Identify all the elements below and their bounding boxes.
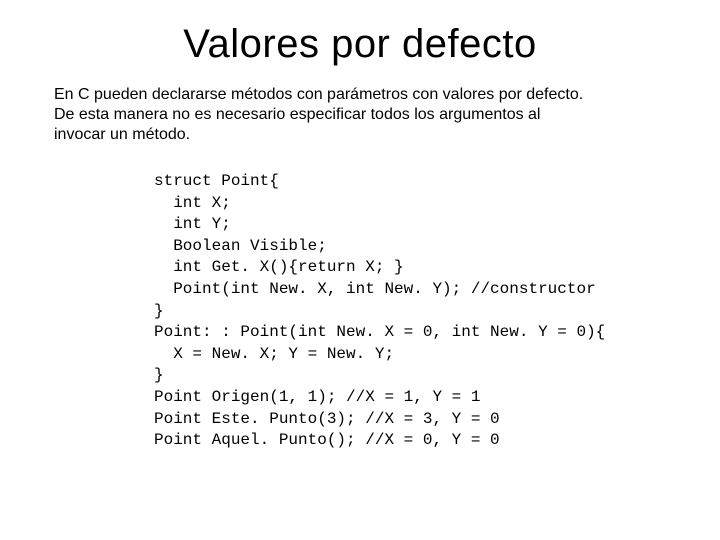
intro-paragraph: En C pueden declararse métodos con parám… <box>54 85 666 145</box>
intro-line: invocar un método. <box>54 126 190 143</box>
code-line: Point Origen(1, 1); //X = 1, Y = 1 <box>154 388 480 406</box>
code-line: int X; <box>154 194 231 212</box>
code-line: int Y; <box>154 215 231 233</box>
slide-container: Valores por defecto En C pueden declarar… <box>0 0 720 540</box>
intro-line: De esta manera no es necesario especific… <box>54 106 540 123</box>
intro-line: En C pueden declararse métodos con parám… <box>54 86 583 103</box>
code-line: int Get. X(){return X; } <box>154 258 404 276</box>
page-title: Valores por defecto <box>54 22 666 67</box>
code-line: } <box>154 302 164 320</box>
code-line: Point(int New. X, int New. Y); //constru… <box>154 280 596 298</box>
code-line: Boolean Visible; <box>154 237 327 255</box>
code-line: Point: : Point(int New. X = 0, int New. … <box>154 323 605 341</box>
code-line: Point Este. Punto(3); //X = 3, Y = 0 <box>154 410 500 428</box>
code-line: } <box>154 366 164 384</box>
code-block: struct Point{ int X; int Y; Boolean Visi… <box>154 171 666 452</box>
code-line: Point Aquel. Punto(); //X = 0, Y = 0 <box>154 431 500 449</box>
code-line: struct Point{ <box>154 172 279 190</box>
code-line: X = New. X; Y = New. Y; <box>154 345 394 363</box>
